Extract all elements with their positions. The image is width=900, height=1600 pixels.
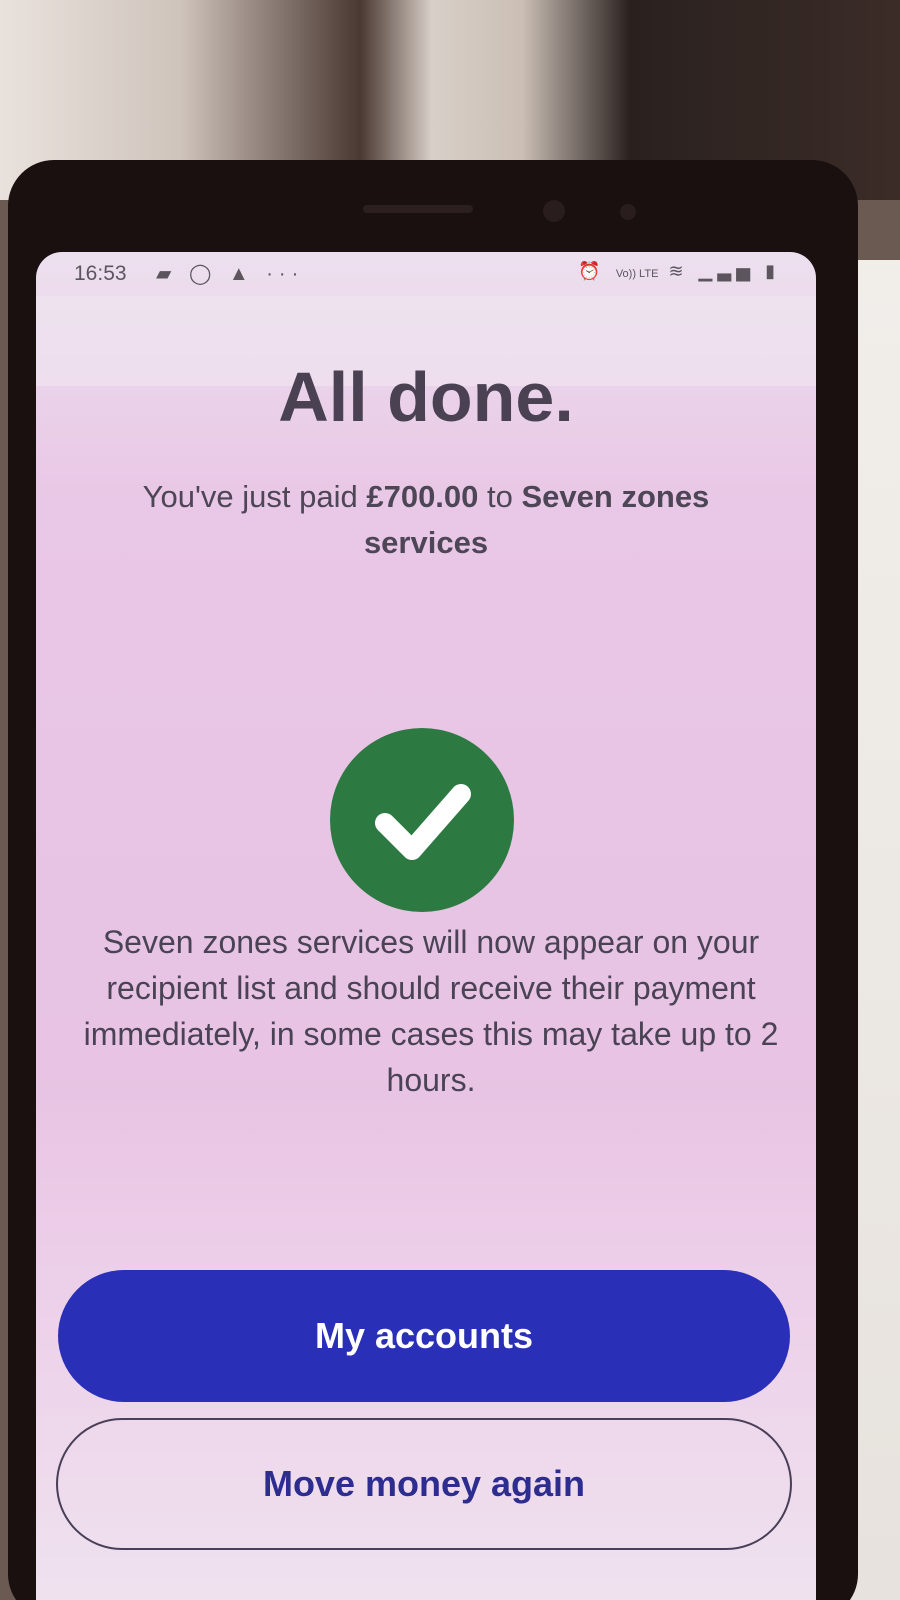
wifi-icon: ≋ bbox=[668, 261, 689, 281]
phone-speaker bbox=[363, 205, 473, 213]
page-title: All done. bbox=[278, 358, 574, 436]
phone-device: 16:53 ▰ ◯ ▲ ··· ⏰ Vo)) LTE ≋ ▁▃▅ ▮ All d… bbox=[8, 160, 858, 1600]
payment-amount: £700.00 bbox=[366, 479, 479, 514]
battery-icon: ▮ bbox=[765, 261, 780, 281]
payment-summary: You've just paid £700.00 to Seven zones … bbox=[86, 474, 766, 566]
status-time: 16:53 bbox=[74, 262, 127, 285]
payment-summary-prefix: You've just paid bbox=[142, 479, 367, 514]
status-bar: 16:53 ▰ ◯ ▲ ··· ⏰ Vo)) LTE ≋ ▁▃▅ ▮ bbox=[36, 252, 816, 296]
volte-icon: Vo)) LTE bbox=[615, 268, 659, 280]
status-system-icons: ⏰ Vo)) LTE ≋ ▁▃▅ ▮ bbox=[578, 261, 780, 282]
payment-summary-middle: to bbox=[478, 479, 522, 514]
more-icon: ··· bbox=[266, 263, 305, 285]
phone-camera bbox=[620, 204, 636, 220]
success-check-icon bbox=[330, 728, 514, 912]
move-money-again-button[interactable]: Move money again bbox=[56, 1418, 792, 1550]
status-notification-icons: ▰ ◯ ▲ ··· bbox=[156, 261, 304, 286]
phone-sensor bbox=[543, 200, 565, 222]
snapchat-icon: ▲ bbox=[228, 263, 255, 285]
phone-screen: 16:53 ▰ ◯ ▲ ··· ⏰ Vo)) LTE ≋ ▁▃▅ ▮ All d… bbox=[36, 252, 816, 1600]
signal-icon: ▁▃▅ bbox=[698, 261, 756, 281]
payment-info-text: Seven zones services will now appear on … bbox=[83, 924, 779, 1098]
whatsapp-icon: ◯ bbox=[188, 263, 218, 285]
my-accounts-button[interactable]: My accounts bbox=[58, 1270, 790, 1402]
check-icon bbox=[375, 784, 471, 860]
message-icon: ▰ bbox=[156, 263, 178, 285]
alarm-icon: ⏰ bbox=[578, 261, 606, 281]
